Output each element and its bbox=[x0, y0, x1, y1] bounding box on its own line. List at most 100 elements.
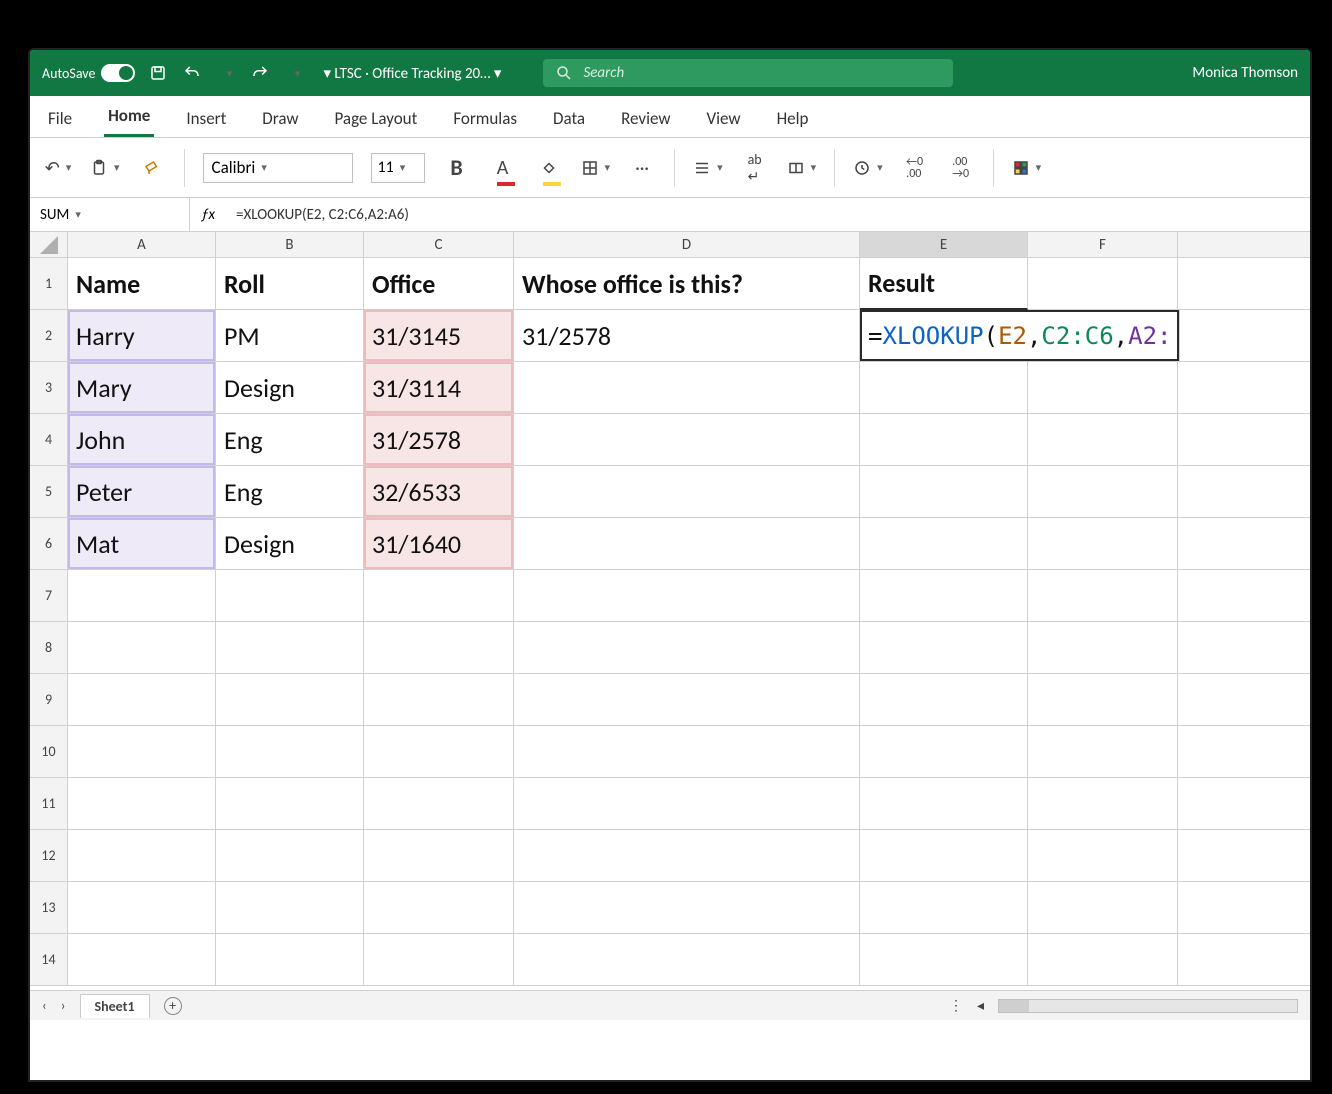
toggle-switch-icon[interactable] bbox=[101, 64, 135, 82]
tab-data[interactable]: Data bbox=[549, 100, 589, 137]
cell-b6[interactable]: Design bbox=[216, 518, 364, 570]
format-painter-icon[interactable] bbox=[138, 153, 166, 183]
row-header[interactable]: 3 bbox=[30, 362, 68, 414]
sheet-tab-active[interactable]: Sheet1 bbox=[80, 994, 150, 1018]
undo-icon[interactable] bbox=[181, 62, 203, 84]
cell-c6[interactable]: 31/1640 bbox=[364, 518, 514, 570]
row-header[interactable]: 2 bbox=[30, 310, 68, 362]
row-header[interactable]: 8 bbox=[30, 622, 68, 674]
more-font-icon[interactable]: ··· bbox=[628, 153, 656, 183]
tab-home[interactable]: Home bbox=[104, 97, 154, 137]
formula-input[interactable]: =XLOOKUP(E2, C2:C6,A2:A6) bbox=[226, 206, 1310, 224]
cell-d5[interactable] bbox=[514, 466, 860, 518]
undo-button[interactable]: ↶ bbox=[44, 153, 72, 183]
cell-d4[interactable] bbox=[514, 414, 860, 466]
search-input[interactable]: Search bbox=[543, 59, 953, 87]
font-size-select[interactable]: 11 bbox=[371, 153, 425, 183]
cell-d3[interactable] bbox=[514, 362, 860, 414]
cell-a5[interactable]: Peter bbox=[68, 466, 216, 518]
cell-f4[interactable] bbox=[1028, 414, 1178, 466]
cell-f6[interactable] bbox=[1028, 518, 1178, 570]
tab-view[interactable]: View bbox=[703, 100, 745, 137]
increase-decimal-icon[interactable]: .00→0 bbox=[947, 153, 975, 183]
number-format-button[interactable] bbox=[853, 153, 883, 183]
col-header-e[interactable]: E bbox=[860, 232, 1028, 258]
horizontal-scrollbar[interactable] bbox=[998, 999, 1298, 1013]
cell-c3[interactable]: 31/3114 bbox=[364, 362, 514, 414]
cell-e5[interactable] bbox=[860, 466, 1028, 518]
cell-f5[interactable] bbox=[1028, 466, 1178, 518]
scrollbar-thumb[interactable] bbox=[999, 1000, 1029, 1012]
scroll-left-icon[interactable]: ◂ bbox=[977, 997, 984, 1014]
undo-dropdown-icon[interactable] bbox=[215, 62, 237, 84]
cell-e1[interactable]: Result bbox=[860, 258, 1028, 310]
cell-c4[interactable]: 31/2578 bbox=[364, 414, 514, 466]
cell-f2[interactable] bbox=[1180, 310, 1310, 362]
add-sheet-button[interactable]: + bbox=[164, 997, 182, 1015]
cell-e3[interactable] bbox=[860, 362, 1028, 414]
cell-b5[interactable]: Eng bbox=[216, 466, 364, 518]
fill-color-button[interactable] bbox=[535, 153, 563, 183]
col-header-a[interactable]: A bbox=[68, 232, 216, 258]
redo-dropdown-icon[interactable] bbox=[283, 62, 305, 84]
col-header-f[interactable]: F bbox=[1028, 232, 1178, 258]
cell-b2[interactable]: PM bbox=[216, 310, 364, 362]
clipboard-button[interactable] bbox=[90, 153, 120, 183]
cell-g5[interactable] bbox=[1178, 466, 1310, 518]
cell-b3[interactable]: Design bbox=[216, 362, 364, 414]
col-header-b[interactable]: B bbox=[216, 232, 364, 258]
row-header[interactable]: 12 bbox=[30, 830, 68, 882]
align-button[interactable] bbox=[693, 153, 723, 183]
cell-e6[interactable] bbox=[860, 518, 1028, 570]
document-title[interactable]: ▾ LTSC · Office Tracking 20… ▾ bbox=[323, 64, 501, 83]
cell-c5[interactable]: 32/6533 bbox=[364, 466, 514, 518]
row-header[interactable]: 6 bbox=[30, 518, 68, 570]
cell-g3[interactable] bbox=[1178, 362, 1310, 414]
fx-icon[interactable]: ƒx bbox=[190, 206, 226, 224]
row-header[interactable]: 5 bbox=[30, 466, 68, 518]
cell-c1[interactable]: Office bbox=[364, 258, 514, 310]
autosave-toggle[interactable]: AutoSave bbox=[42, 64, 135, 82]
tab-insert[interactable]: Insert bbox=[182, 100, 230, 137]
cell-e2-active[interactable]: =XLOOKUP(E2, C2:C6,A2: bbox=[860, 310, 1180, 362]
merge-button[interactable] bbox=[787, 153, 817, 183]
row-header[interactable]: 1 bbox=[30, 258, 68, 310]
cell-d2[interactable]: 31/2578 bbox=[514, 310, 860, 362]
row-header[interactable]: 7 bbox=[30, 570, 68, 622]
row-header[interactable]: 10 bbox=[30, 726, 68, 778]
tab-help[interactable]: Help bbox=[773, 100, 813, 137]
cell-e4[interactable] bbox=[860, 414, 1028, 466]
col-header-d[interactable]: D bbox=[514, 232, 860, 258]
row-header[interactable]: 11 bbox=[30, 778, 68, 830]
row-header[interactable]: 4 bbox=[30, 414, 68, 466]
cell-c2[interactable]: 31/3145 bbox=[364, 310, 514, 362]
tab-formulas[interactable]: Formulas bbox=[449, 100, 521, 137]
tab-page-layout[interactable]: Page Layout bbox=[331, 100, 422, 137]
spreadsheet-grid[interactable]: A B C D E F 1 Name Roll Office Whose off… bbox=[30, 232, 1310, 1020]
font-name-select[interactable]: Calibri bbox=[203, 153, 353, 183]
save-icon[interactable] bbox=[147, 62, 169, 84]
decrease-decimal-icon[interactable]: ←0.00 bbox=[901, 153, 929, 183]
select-all-corner[interactable] bbox=[30, 232, 68, 258]
cell-d1[interactable]: Whose office is this? bbox=[514, 258, 860, 310]
cell-a3[interactable]: Mary bbox=[68, 362, 216, 414]
cell-f3[interactable] bbox=[1028, 362, 1178, 414]
sheet-nav-prev-icon[interactable]: ‹ bbox=[42, 997, 47, 1014]
cell-a6[interactable]: Mat bbox=[68, 518, 216, 570]
name-box[interactable]: SUM bbox=[30, 198, 190, 231]
cell-a1[interactable]: Name bbox=[68, 258, 216, 310]
borders-button[interactable] bbox=[581, 153, 611, 183]
tab-file[interactable]: File bbox=[44, 100, 76, 137]
cell-g1[interactable] bbox=[1178, 258, 1310, 310]
row-header[interactable]: 13 bbox=[30, 882, 68, 934]
user-name[interactable]: Monica Thomson bbox=[1192, 64, 1298, 82]
cell-d6[interactable] bbox=[514, 518, 860, 570]
row-header[interactable]: 9 bbox=[30, 674, 68, 726]
tab-review[interactable]: Review bbox=[617, 100, 674, 137]
wrap-text-icon[interactable]: ab↵ bbox=[741, 153, 769, 183]
col-header-c[interactable]: C bbox=[364, 232, 514, 258]
tab-draw[interactable]: Draw bbox=[258, 100, 302, 137]
redo-icon[interactable] bbox=[249, 62, 271, 84]
cell-b1[interactable]: Roll bbox=[216, 258, 364, 310]
bold-button[interactable]: B bbox=[443, 153, 471, 183]
